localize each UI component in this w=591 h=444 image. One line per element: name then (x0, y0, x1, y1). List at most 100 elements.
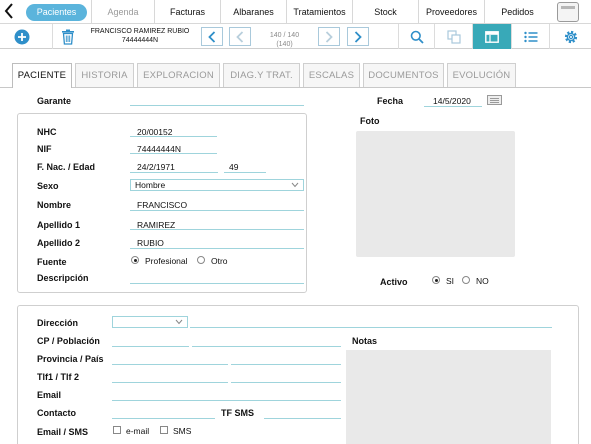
record-title: FRANCISCO RAMIREZ RUBIO 74444444N (86, 27, 194, 45)
tab-diag-trat[interactable]: DIAG.Y TRAT. (223, 63, 300, 87)
top-nav: Pacientes Agenda Facturas Albaranes Trat… (0, 0, 591, 24)
tab-escalas[interactable]: ESCALAS (303, 63, 360, 87)
next-record-button[interactable] (318, 27, 340, 46)
fnac-underline (130, 172, 218, 173)
last-record-button[interactable] (347, 27, 369, 46)
contacto-input[interactable] (112, 418, 215, 419)
direccion-input[interactable] (190, 327, 552, 328)
form-view-button[interactable] (472, 24, 511, 49)
tab-documentos[interactable]: DOCUMENTOS (363, 63, 444, 87)
chevron-down-icon (291, 182, 299, 188)
poblacion-input[interactable] (192, 346, 341, 347)
tfsms-label: TF SMS (221, 408, 254, 418)
email-checkbox[interactable] (113, 426, 121, 434)
form-view-icon (485, 30, 499, 43)
tfsms-input[interactable] (264, 418, 341, 419)
search-icon (410, 30, 424, 44)
email-input[interactable] (112, 400, 341, 401)
nav-tab-stock[interactable]: Stock (352, 0, 418, 24)
nhc-underline (130, 136, 217, 137)
notas-textarea[interactable] (346, 350, 551, 444)
fnac-label: F. Nac. / Edad (37, 162, 96, 172)
prev-record-button[interactable] (229, 27, 251, 46)
nombre-underline (130, 210, 304, 211)
delete-button[interactable] (52, 24, 82, 49)
fecha-value[interactable]: 14/5/2020 (433, 96, 471, 106)
apellido1-underline (130, 229, 304, 230)
duplicate-button[interactable] (434, 24, 472, 49)
fuente-otro-label: Otro (211, 256, 228, 266)
nhc-label: NHC (37, 127, 57, 137)
email-checkbox-label: e-mail (126, 426, 150, 436)
apellido2-value[interactable]: RUBIO (137, 238, 164, 248)
copy-icon (446, 29, 461, 44)
record-nif: 74444444N (121, 37, 159, 44)
sexo-label: Sexo (37, 181, 59, 191)
list-view-button[interactable] (511, 24, 549, 49)
record-counter-current: 140 / 140 (269, 32, 300, 39)
chevron-right-icon (325, 30, 333, 43)
record-counter: 140 / 140 (140) (262, 31, 307, 49)
provincia-input[interactable] (112, 364, 228, 365)
sexo-select[interactable]: Hombre (130, 179, 304, 191)
tab-evolucion[interactable]: EVOLUCIÓN (447, 63, 516, 87)
provincia-label: Provincia / País (37, 354, 104, 364)
tlf2-input[interactable] (231, 382, 341, 383)
garante-input[interactable] (130, 105, 304, 106)
nombre-value[interactable]: FRANCISCO (137, 200, 187, 210)
nif-label: NIF (37, 144, 52, 154)
chevron-right-icon (354, 30, 362, 43)
nav-tab-tratamientos[interactable]: Tratamientos (286, 0, 352, 24)
tab-historia[interactable]: HISTORIA (75, 63, 134, 87)
cp-input[interactable] (112, 346, 189, 347)
descripcion-input[interactable] (130, 283, 304, 284)
tab-exploracion[interactable]: EXPLORACION (137, 63, 220, 87)
apellido2-underline (130, 248, 304, 249)
edad-value[interactable]: 49 (229, 162, 238, 172)
activo-no-radio[interactable] (462, 276, 470, 284)
add-button[interactable] (8, 24, 36, 49)
list-icon (523, 31, 537, 42)
search-button[interactable] (398, 24, 434, 49)
sms-checkbox[interactable] (160, 426, 168, 434)
chevron-down-icon (175, 319, 183, 325)
chevron-left-icon (208, 30, 216, 43)
photo-placeholder[interactable] (356, 131, 515, 257)
tlf-label: Tlf1 / Tlf 2 (37, 372, 80, 382)
fuente-profesional-label: Profesional (145, 256, 188, 266)
first-record-button[interactable] (201, 27, 223, 46)
chevron-left-icon[interactable] (4, 3, 14, 23)
trash-icon (61, 29, 74, 45)
activo-no-label: NO (476, 276, 489, 286)
chevron-left-icon (236, 30, 244, 43)
fuente-label: Fuente (37, 257, 67, 267)
fnac-value[interactable]: 24/2/1971 (137, 162, 175, 172)
activo-si-radio[interactable] (432, 276, 440, 284)
nav-tab-albaranes[interactable]: Albaranes (220, 0, 286, 24)
nombre-label: Nombre (37, 200, 72, 210)
nav-tab-proveedores[interactable]: Proveedores (418, 0, 484, 24)
calendar-icon[interactable] (487, 95, 502, 105)
fecha-underline (424, 106, 482, 107)
notas-label: Notas (352, 336, 378, 346)
plus-circle-icon (14, 29, 30, 44)
window-icon[interactable] (557, 2, 579, 22)
settings-button[interactable] (549, 24, 591, 49)
fuente-profesional-radio[interactable] (131, 256, 139, 264)
edad-underline (224, 172, 266, 173)
tab-paciente[interactable]: PACIENTE (12, 63, 72, 88)
apellido2-label: Apellido 2 (37, 238, 81, 248)
cp-label: CP / Población (37, 336, 100, 346)
pais-input[interactable] (231, 364, 341, 365)
fuente-otro-radio[interactable] (197, 256, 205, 264)
gear-icon (564, 30, 577, 43)
nav-tab-pacientes[interactable]: Pacientes (26, 4, 87, 21)
contacto-label: Contacto (37, 408, 76, 418)
direccion-type-select[interactable] (112, 316, 188, 328)
nav-tab-agenda[interactable]: Agenda (91, 0, 154, 24)
tlf1-input[interactable] (112, 382, 228, 383)
record-name: FRANCISCO RAMIREZ RUBIO (90, 28, 190, 35)
foto-label: Foto (360, 116, 380, 126)
nav-tab-facturas[interactable]: Facturas (154, 0, 220, 24)
nav-tab-pedidos[interactable]: Pedidos (484, 0, 550, 24)
